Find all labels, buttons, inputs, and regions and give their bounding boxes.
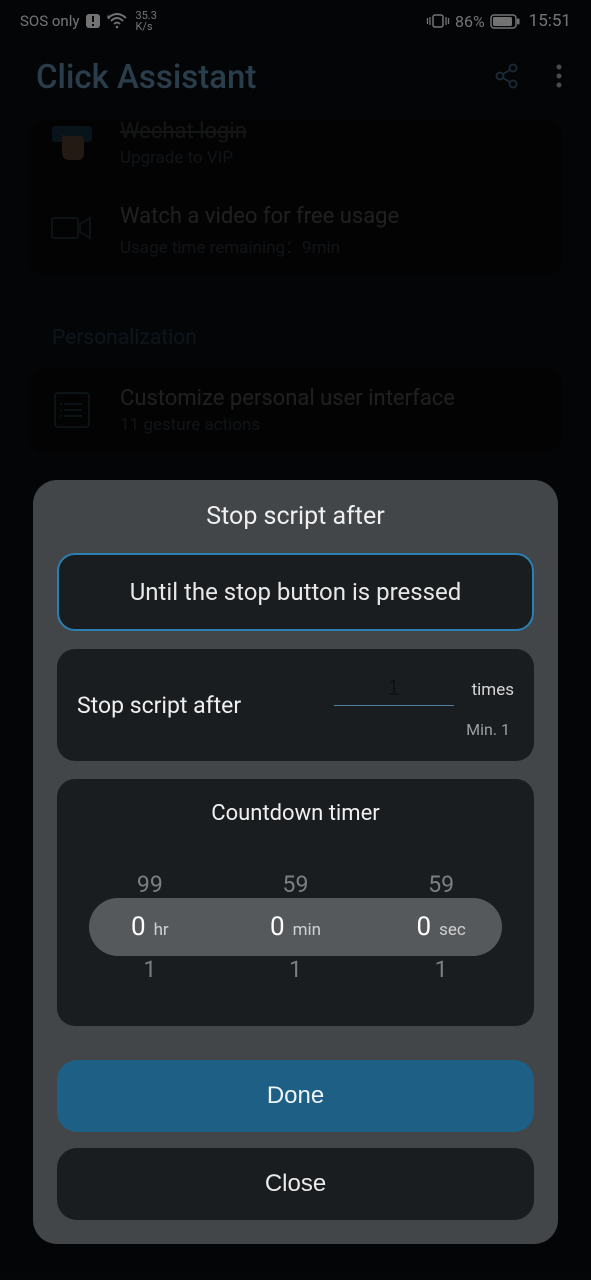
option-countdown[interactable]: Countdown timer 99 0hr 1 59 0min 1 59 0s… — [57, 779, 534, 1026]
stop-after-label: Stop script after — [77, 692, 241, 719]
min-above: 59 — [283, 871, 309, 898]
sec-unit: sec — [439, 920, 466, 940]
dialog-title: Stop script after — [57, 502, 534, 531]
stop-script-dialog: Stop script after Until the stop button … — [33, 480, 558, 1244]
option-until-stop[interactable]: Until the stop button is pressed — [57, 553, 534, 631]
hr-value: 0 — [131, 912, 146, 942]
sec-value: 0 — [416, 912, 431, 942]
done-button[interactable]: Done — [57, 1060, 534, 1132]
hr-unit: hr — [154, 920, 169, 940]
dialog-overlay: Stop script after Until the stop button … — [0, 0, 591, 1280]
sec-above: 59 — [428, 871, 454, 898]
time-picker[interactable]: 99 0 hr 1 59 0 min 1 59 0 sec 1 — [77, 842, 514, 1012]
times-unit: times — [472, 680, 514, 700]
min-hint: Min. 1 — [466, 720, 510, 739]
min-unit: min — [293, 920, 321, 940]
hr-above: 99 — [137, 871, 163, 898]
countdown-title: Countdown timer — [77, 801, 514, 826]
min-below: 1 — [289, 956, 302, 983]
hr-below: 1 — [143, 956, 156, 983]
min-value: 0 — [270, 912, 285, 942]
option-stop-after-times[interactable]: Stop script after times Min. 1 — [57, 649, 534, 761]
sec-below: 1 — [435, 956, 448, 983]
times-input[interactable] — [334, 671, 454, 706]
close-button[interactable]: Close — [57, 1148, 534, 1220]
option-label: Until the stop button is pressed — [130, 578, 462, 606]
